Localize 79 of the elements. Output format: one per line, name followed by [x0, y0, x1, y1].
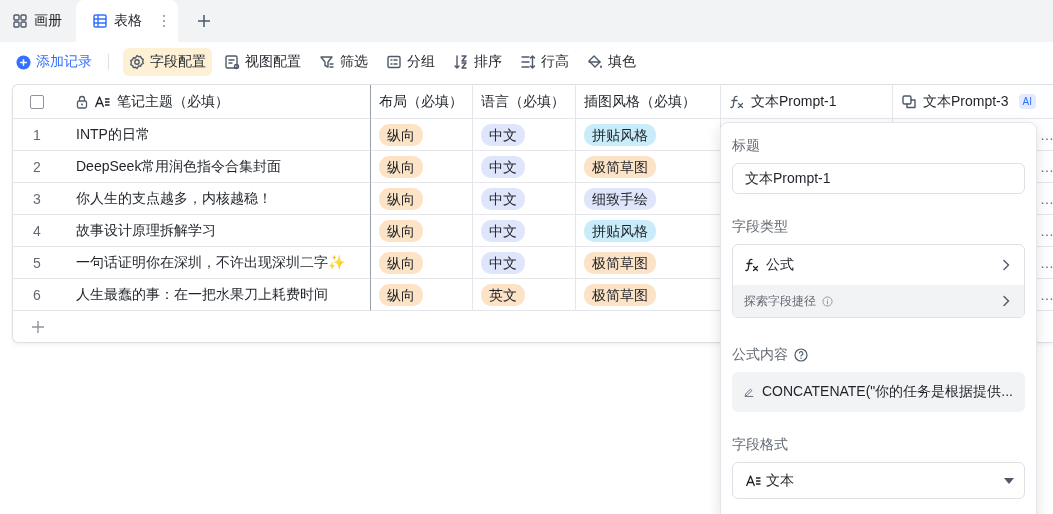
tag: 中文: [481, 155, 525, 178]
row-number: 4: [13, 215, 61, 247]
table-cell: 人生最蠢的事：在一把水果刀上耗费时间: [61, 279, 371, 311]
text-field-icon: [94, 93, 111, 110]
table-cell: 一句话证明你在深圳，不许出现深圳二字✨: [61, 247, 371, 279]
tag: 中文: [481, 219, 525, 242]
tag: 极简草图: [584, 251, 656, 274]
sort-icon: [453, 54, 469, 70]
title-field[interactable]: 文本Prompt-1: [732, 163, 1025, 194]
tag: 中文: [481, 251, 525, 274]
more-icon[interactable]: [162, 14, 166, 28]
filter-icon: [319, 54, 335, 70]
ai-badge: AI: [1018, 94, 1037, 109]
tag: 极简草图: [584, 155, 656, 178]
tag: 拼贴风格: [584, 219, 656, 242]
field-label: 字段格式: [732, 435, 789, 454]
tag: 中文: [481, 123, 525, 146]
tag: 拼贴风格: [584, 123, 656, 146]
add-tab-icon[interactable]: [196, 13, 212, 29]
tab[interactable]: 画册: [2, 0, 72, 42]
table-icon: [92, 13, 108, 29]
row-number: 3: [13, 183, 61, 215]
info-icon: [822, 295, 833, 307]
column-header[interactable]: 文本Prompt-3: [923, 92, 1009, 111]
table-cell: 你人生的支点越多，内核越稳！: [61, 183, 371, 215]
tag: 纵向: [379, 155, 423, 178]
tag: 纵向: [379, 187, 423, 210]
tag: 细致手绘: [584, 187, 656, 210]
table-cell: INTP的日常: [61, 119, 371, 151]
tag: 纵向: [379, 283, 423, 306]
table-cell: DeepSeek常用润色指令合集封面: [61, 151, 371, 183]
gear-icon: [129, 54, 145, 70]
add-row-icon[interactable]: [31, 319, 45, 334]
select-all-checkbox[interactable]: [30, 94, 44, 109]
toolbar-button[interactable]: 字段配置: [123, 48, 212, 76]
column-header[interactable]: 语言（必填）: [481, 92, 565, 111]
column-header[interactable]: 布局（必填）: [379, 92, 463, 111]
paint-bucket-icon: [587, 54, 603, 70]
formula-icon: [744, 257, 760, 273]
toolbar-button[interactable]: 筛选: [313, 48, 374, 76]
add-icon: [16, 54, 31, 70]
shortcut-option[interactable]: 探索字段捷径: [733, 285, 1024, 317]
column-header[interactable]: 笔记主题（必填）: [117, 92, 229, 111]
tag: 纵向: [379, 219, 423, 242]
tag: 英文: [481, 283, 525, 306]
view-settings-icon: [224, 54, 240, 70]
row-height-icon: [520, 54, 536, 70]
toolbar-button[interactable]: 填色: [581, 48, 642, 76]
dropdown-icon: [1004, 477, 1014, 484]
tag: 纵向: [379, 251, 423, 274]
tag: 中文: [481, 187, 525, 210]
format-select[interactable]: 文本: [732, 462, 1025, 499]
table-cell: 故事设计原理拆解学习: [61, 215, 371, 247]
add-record-button[interactable]: 添加记录: [14, 48, 94, 76]
help-icon[interactable]: [794, 348, 808, 362]
formula-icon: [729, 93, 745, 110]
column-header[interactable]: 插图风格（必填）: [584, 92, 696, 111]
tag: 极简草图: [584, 283, 656, 306]
formula-field[interactable]: CONCATENATE("你的任务是根据提供...: [732, 372, 1025, 412]
text-format-icon: [745, 472, 762, 489]
field-label: 标题: [732, 136, 761, 155]
edit-icon: [744, 385, 754, 399]
tag: 纵向: [379, 123, 423, 146]
field-label: 字段类型: [732, 217, 789, 236]
field-label: 公式内容: [732, 346, 788, 364]
group-icon: [386, 54, 402, 70]
column-header[interactable]: 文本Prompt-1: [751, 92, 837, 111]
row-number: 6: [13, 279, 61, 311]
row-number: 5: [13, 247, 61, 279]
tab[interactable]: 表格: [76, 0, 178, 42]
toolbar-button[interactable]: 排序: [447, 48, 508, 76]
lock-icon: [76, 94, 88, 109]
copy-icon: [901, 93, 917, 110]
row-number: 1: [13, 119, 61, 151]
toolbar-button[interactable]: 行高: [514, 48, 575, 76]
row-number: 2: [13, 151, 61, 183]
grid-icon: [12, 13, 28, 29]
toolbar-button[interactable]: 视图配置: [218, 48, 307, 76]
toolbar-button[interactable]: 分组: [380, 48, 441, 76]
